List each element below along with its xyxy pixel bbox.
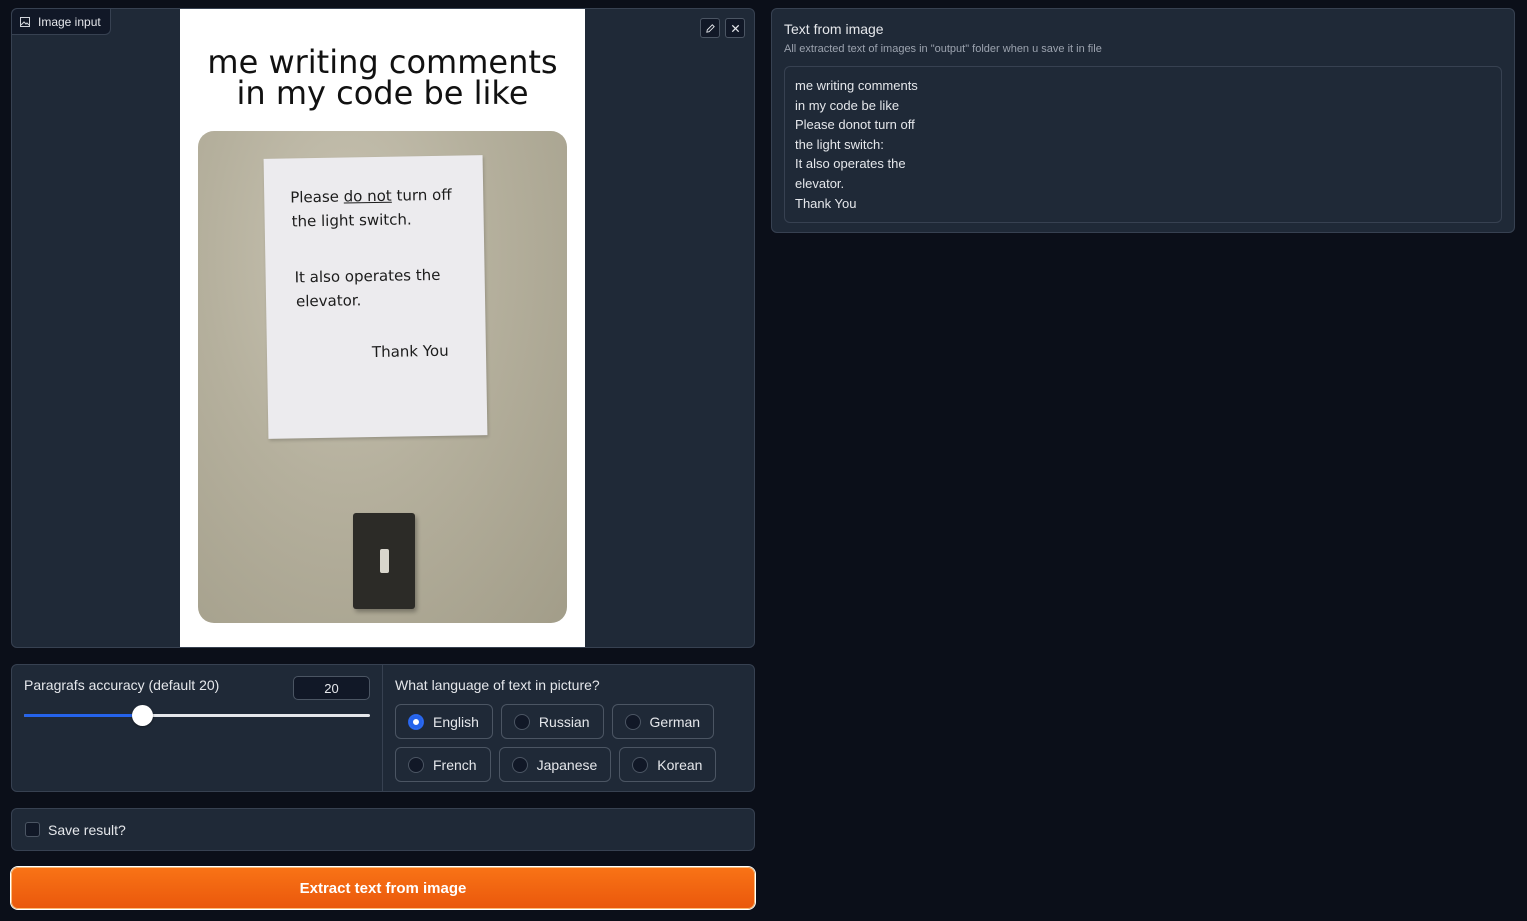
extract-text-button[interactable]: Extract text from image — [11, 867, 755, 909]
radio-german[interactable]: German — [611, 704, 715, 739]
radio-japanese[interactable]: Japanese — [498, 747, 612, 782]
radio-korean[interactable]: Korean — [619, 747, 717, 782]
radio-label: German — [649, 713, 701, 730]
meme-photo: Please do not turn off the light switch.… — [198, 131, 567, 623]
save-result-label[interactable]: Save result? — [48, 822, 126, 838]
output-line: elevator. — [795, 175, 845, 191]
note-line: the light switch. — [291, 210, 412, 231]
radio-english[interactable]: English — [395, 704, 493, 739]
radio-label: Russian — [538, 713, 590, 730]
language-label: What language of text in picture? — [395, 677, 600, 693]
options-panel: Paragrafs accuracy (default 20) What lan… — [11, 664, 755, 792]
pencil-icon — [705, 23, 715, 33]
slider-fill — [24, 714, 142, 717]
radio-row: English Russian German — [395, 704, 755, 739]
accuracy-label: Paragrafs accuracy (default 20) — [24, 677, 220, 693]
note-line: elevator. — [295, 291, 362, 311]
radio-french[interactable]: French — [395, 747, 491, 782]
image-input-label: Image input — [12, 9, 111, 35]
output-line: the light switch: — [795, 136, 884, 152]
slider-thumb[interactable] — [131, 705, 153, 726]
accuracy-section: Paragrafs accuracy (default 20) — [12, 665, 383, 791]
output-line: Thank You — [795, 195, 857, 211]
image-input-panel[interactable]: Image input me writing comments in my co… — [11, 8, 755, 648]
clear-image-button[interactable] — [725, 18, 745, 38]
accuracy-number-input[interactable] — [293, 676, 370, 700]
image-input-label-text: Image input — [38, 14, 101, 29]
output-panel: Text from image All extracted text of im… — [771, 8, 1515, 233]
radio-unchecked-icon — [513, 713, 530, 730]
image-toolbar — [700, 18, 745, 38]
radio-checked-icon — [408, 713, 424, 730]
output-line: Please donot turn off — [795, 117, 915, 133]
light-switch — [353, 513, 415, 609]
radio-russian[interactable]: Russian — [500, 704, 604, 739]
save-result-checkbox[interactable] — [25, 822, 40, 837]
radio-row: French Japanese Korean — [395, 747, 755, 782]
radio-label: French — [433, 756, 477, 773]
note-line: It also operates the — [294, 265, 441, 287]
save-result-panel: Save result? — [11, 808, 755, 851]
radio-unchecked-icon — [408, 756, 424, 773]
uploaded-image: me writing comments in my code be like P… — [180, 9, 585, 647]
output-textbox[interactable]: me writing comments in my code be like P… — [784, 66, 1502, 223]
meme-caption: me writing comments in my code be like — [180, 46, 585, 112]
radio-unchecked-icon — [632, 756, 649, 773]
radio-label: Japanese — [536, 756, 598, 773]
output-line: It also operates the — [795, 156, 906, 172]
edit-button[interactable] — [700, 18, 720, 38]
image-icon — [20, 16, 30, 27]
close-icon — [731, 24, 739, 32]
language-radio-group: English Russian German French Japanese K… — [395, 704, 755, 790]
radio-label: English — [433, 713, 479, 730]
radio-label: Korean — [657, 756, 703, 773]
note-line: Thank You — [371, 341, 449, 362]
output-line: in my code be like — [795, 97, 900, 113]
note-line: Please do not turn off — [290, 185, 452, 207]
output-line: me writing comments — [795, 78, 918, 93]
output-title: Text from image — [784, 21, 884, 37]
meme-caption-line: in my code be like — [236, 74, 529, 112]
radio-unchecked-icon — [511, 756, 528, 773]
switch-toggle — [380, 549, 389, 573]
paper-note: Please do not turn off the light switch.… — [263, 155, 488, 439]
output-info: All extracted text of images in "output"… — [784, 43, 1102, 55]
accuracy-slider[interactable] — [24, 705, 370, 726]
radio-unchecked-icon — [624, 713, 641, 730]
